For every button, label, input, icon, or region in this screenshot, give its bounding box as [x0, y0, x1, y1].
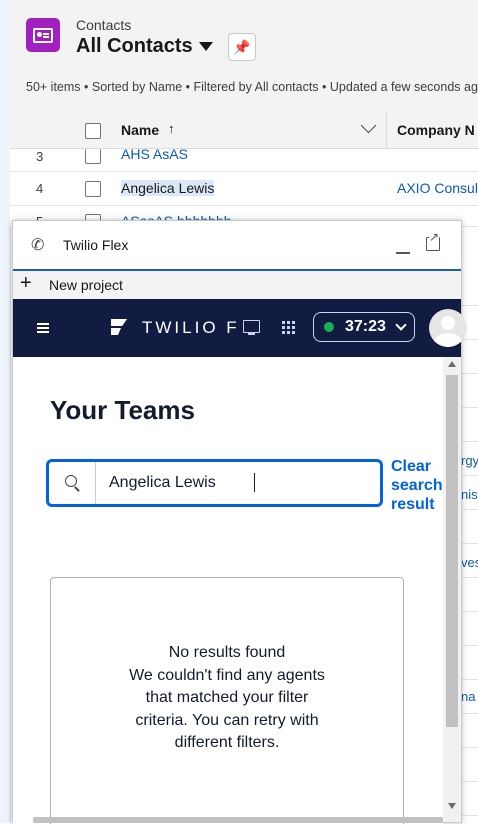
search-icon [65, 475, 77, 487]
flex-top-bar: TWILIO FLEX 37:23 [13, 299, 467, 357]
plus-icon[interactable]: + [20, 272, 32, 295]
twilio-flex-panel: ✆ Twilio Flex + New project TWILIO FLEX … [12, 220, 467, 824]
status-dot-icon [324, 322, 334, 332]
column-divider[interactable] [386, 112, 387, 148]
scroll-down-arrow-icon[interactable] [448, 803, 456, 809]
background-cell-fragment[interactable]: nist [461, 487, 478, 502]
scroll-up-arrow-icon[interactable] [448, 361, 456, 367]
minimize-icon[interactable] [396, 252, 410, 254]
background-cell-fragment[interactable]: rgy [461, 453, 478, 468]
vertical-scrollbar[interactable] [443, 357, 461, 822]
row-checkbox[interactable] [85, 181, 101, 197]
new-project-label[interactable]: New project [49, 277, 123, 293]
list-view-meta: 50+ items • Sorted by Name • Filtered by… [26, 80, 478, 94]
table-row: 3 AHS AsAS [10, 146, 478, 172]
panel-header: ✆ Twilio Flex [13, 221, 461, 271]
row-checkbox[interactable] [85, 149, 101, 164]
table-header: Name ↑ Company N [10, 112, 478, 149]
company-name-link[interactable]: AXIO Consul [397, 180, 478, 196]
user-avatar[interactable] [429, 309, 467, 347]
column-header-company[interactable]: Company N [397, 122, 475, 138]
page-title: Your Teams [50, 395, 195, 425]
phone-icon: ✆ [31, 237, 45, 254]
new-project-bar[interactable]: + New project [13, 271, 461, 299]
monitor-icon[interactable] [243, 320, 260, 335]
status-timer: 37:23 [345, 318, 386, 335]
popout-icon[interactable] [426, 231, 440, 251]
hamburger-menu-icon[interactable] [37, 323, 49, 325]
object-label: Contacts [76, 17, 132, 33]
clear-search-link[interactable]: Clear search result [391, 457, 443, 514]
empty-results-card: No results found We couldn't find any ag… [50, 577, 404, 824]
app-grid-icon[interactable] [282, 321, 285, 324]
contact-name-link[interactable]: Angelica Lewis [121, 180, 215, 196]
table-row: 4 Angelica Lewis AXIO Consul [10, 172, 478, 206]
empty-state-description: We couldn't find any agents that matched… [129, 666, 325, 752]
select-all-checkbox[interactable] [85, 123, 101, 139]
column-menu-chevron-icon[interactable] [360, 117, 377, 134]
activity-status-button[interactable]: 37:23 [313, 312, 415, 342]
column-header-name[interactable]: Name [121, 122, 159, 138]
background-cell-fragment[interactable]: ves [461, 555, 478, 570]
empty-state-title: No results found [168, 644, 286, 661]
list-view-header: Contacts All Contacts 📌 50+ items • Sort… [10, 0, 478, 113]
list-view-chevron-down-icon[interactable] [199, 42, 213, 51]
contact-name-link[interactable]: AHS AsAS [121, 146, 188, 162]
horizontal-scrollbar[interactable] [33, 817, 443, 823]
background-table-rows [461, 272, 478, 823]
search-field[interactable] [46, 459, 383, 507]
background-cell-fragment[interactable]: na [461, 689, 475, 704]
scrollbar-thumb[interactable] [446, 375, 458, 727]
list-view-title[interactable]: All Contacts [76, 35, 193, 58]
row-number: 3 [36, 149, 44, 164]
empty-state-text: No results found We couldn't find any ag… [51, 642, 403, 755]
search-input[interactable] [109, 472, 369, 494]
sort-ascending-icon: ↑ [168, 121, 175, 136]
search-icon-container [49, 462, 96, 504]
flex-brand-name: TWILIO FLEX [142, 318, 236, 337]
pin-list-button[interactable]: 📌 [228, 33, 256, 61]
contacts-icon [26, 18, 60, 52]
teams-content: Your Teams Clear search result No result… [13, 357, 443, 824]
text-cursor [254, 473, 255, 492]
chevron-down-icon [395, 319, 407, 331]
twilio-flex-logo-icon [111, 319, 129, 337]
panel-title: Twilio Flex [63, 237, 129, 253]
row-number: 4 [36, 181, 44, 196]
